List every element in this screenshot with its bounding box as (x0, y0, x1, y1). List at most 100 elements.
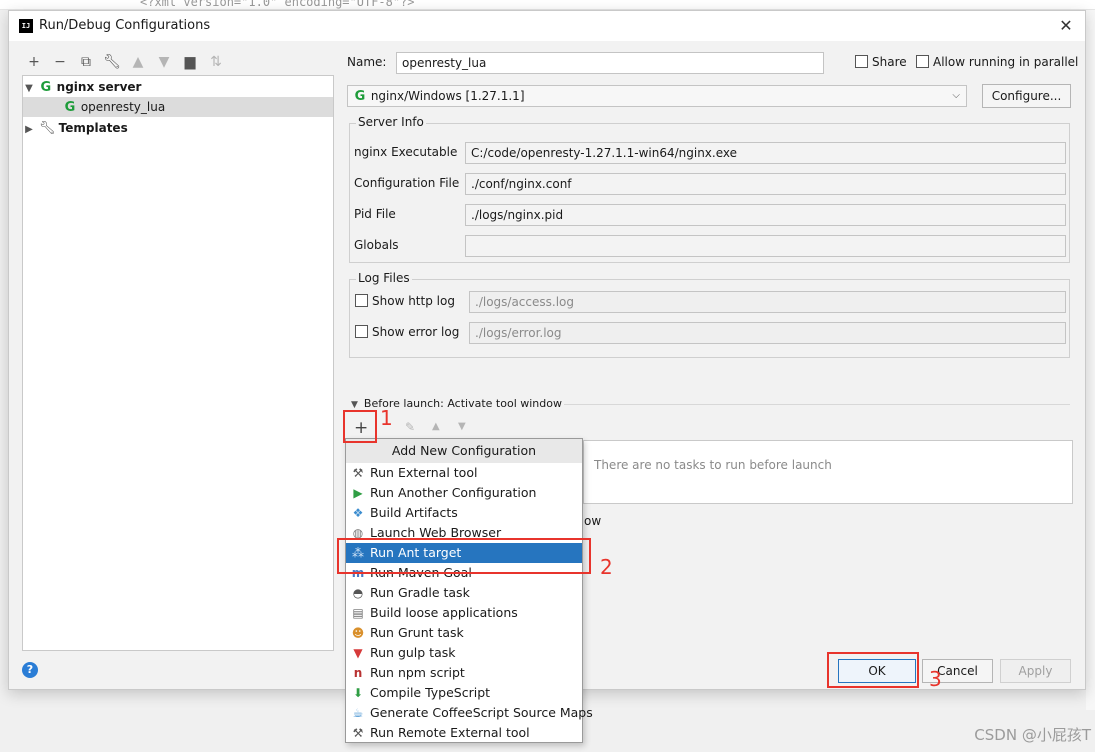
copy-icon[interactable]: ⧉ (75, 51, 97, 73)
menu-item-label: Run gulp task (370, 645, 456, 660)
title-bar: IJ Run/Debug Configurations ✕ (9, 11, 1085, 41)
tree-item-openresty-lua[interactable]: G openresty_lua (23, 97, 333, 117)
activate-window-fragment: ow (584, 514, 602, 528)
popup-header: Add New Configuration (346, 439, 582, 463)
artifacts-icon: ❖ (352, 506, 364, 520)
tree-item-templates[interactable]: ▶ 🔧︎ Templates (23, 118, 333, 138)
menu-item-run-gulp-task[interactable]: ▼ Run gulp task (346, 643, 582, 663)
wrench-icon[interactable]: 🔧︎ (101, 51, 123, 73)
menu-item-label: Build loose applications (370, 605, 518, 620)
background-code-line: <?xml version="1.0" encoding="UTF-8"?> (140, 0, 415, 9)
play-icon: ▶ (353, 486, 363, 500)
menu-item-build-loose-applications[interactable]: ▤ Build loose applications (346, 603, 582, 623)
menu-item-run-another-configuration[interactable]: ▶ Run Another Configuration (346, 483, 582, 503)
menu-item-compile-typescript[interactable]: ⬇ Compile TypeScript (346, 683, 582, 703)
globals-label: Globals (354, 238, 399, 252)
wrench-icon: 🔧︎ (38, 121, 56, 136)
remote-tools-icon: ⚒ (352, 726, 364, 740)
tree-item-label: nginx server (56, 80, 142, 94)
pid-file-label: Pid File (354, 207, 396, 221)
build-icon: ▤ (352, 606, 364, 620)
nginx-icon: G (354, 89, 366, 104)
http-log-field[interactable]: ./logs/access.log (469, 291, 1066, 313)
sort-icon[interactable]: ⇅ (205, 51, 227, 73)
edit-icon[interactable]: ✎ (405, 420, 415, 434)
menu-item-label: Generate CoffeeScript Source Maps (370, 705, 593, 720)
menu-item-generate-coffeescript-source-maps[interactable]: ☕ Generate CoffeeScript Source Maps (346, 703, 593, 723)
menu-item-label: Run External tool (370, 465, 478, 480)
watermark: CSDN @小屁孩T (974, 726, 1091, 744)
share-label: Share (872, 55, 907, 69)
nginx-icon: G (40, 80, 52, 95)
globals-field[interactable] (465, 235, 1066, 257)
menu-item-run-grunt-task[interactable]: ☻ Run Grunt task (346, 623, 582, 643)
executable-label: nginx Executable (354, 145, 458, 159)
show-error-log-checkbox[interactable]: Show error log (355, 325, 459, 339)
checkbox-icon (855, 55, 868, 68)
name-field[interactable]: openresty_lua (396, 52, 824, 74)
separator (564, 404, 1070, 405)
error-log-field[interactable]: ./logs/error.log (469, 322, 1066, 344)
minus-icon[interactable]: − (49, 51, 71, 73)
configuration-tree: ▼ G nginx server G openresty_lua ▶ 🔧︎ Te… (22, 75, 334, 651)
plus-icon[interactable]: + (23, 51, 45, 73)
parallel-label: Allow running in parallel (933, 55, 1079, 69)
tools-icon: ⚒ (352, 466, 364, 480)
before-launch-task-list: There are no tasks to run before launch (583, 440, 1073, 504)
menu-item-run-remote-external-tool[interactable]: ⚒ Run Remote External tool (346, 723, 582, 743)
parallel-checkbox[interactable]: Allow running in parallel (916, 55, 1078, 69)
show-http-log-checkbox[interactable]: Show http log (355, 294, 455, 308)
menu-item-label: Build Artifacts (370, 505, 458, 520)
name-label: Name: (347, 55, 387, 69)
nginx-select[interactable]: G nginx/Windows [1.27.1.1] ⌵ (347, 85, 967, 107)
annotation-number: 2 (600, 555, 613, 579)
intellij-logo-icon: IJ (19, 19, 33, 33)
typescript-icon: ⬇ (352, 686, 364, 700)
arrow-up-icon[interactable]: ▲ (127, 51, 149, 73)
share-checkbox[interactable]: Share (855, 55, 907, 69)
background-editor: <?xml version="1.0" encoding="UTF-8"?> (0, 0, 1095, 10)
menu-item-label: Run Another Configuration (370, 485, 537, 500)
show-error-log-label: Show error log (372, 325, 460, 339)
dialog-title: Run/Debug Configurations (39, 18, 211, 33)
apply-button[interactable]: Apply (1000, 659, 1071, 683)
menu-item-build-artifacts[interactable]: ❖ Build Artifacts (346, 503, 582, 523)
server-info-title: Server Info (356, 115, 426, 129)
arrow-down-icon[interactable]: ▼ (153, 51, 175, 73)
tree-item-label: openresty_lua (80, 100, 166, 114)
background-gutter (1086, 10, 1095, 710)
help-icon[interactable]: ? (22, 662, 38, 678)
tree-item-nginx-server[interactable]: ▼ G nginx server (23, 77, 333, 97)
before-launch-label: Before launch: Activate tool window (363, 397, 562, 410)
add-new-configuration-popup: Add New Configuration ⚒ Run External tool… (345, 438, 593, 743)
coffeescript-icon: ☕ (352, 706, 364, 720)
tree-item-label: Templates (58, 121, 128, 135)
menu-item-run-npm-script[interactable]: n Run npm script (346, 663, 582, 683)
annotation-box-ok (827, 652, 919, 688)
menu-item-run-external-tool[interactable]: ⚒ Run External tool (346, 463, 582, 483)
executable-field[interactable]: C:/code/openresty-1.27.1.1-win64/nginx.e… (465, 142, 1066, 164)
menu-item-label: Compile TypeScript (370, 685, 491, 700)
folder-icon[interactable]: ▆ (179, 51, 201, 73)
annotation-number: 3 (929, 667, 942, 691)
chevron-down-icon[interactable]: ▼ (23, 79, 35, 99)
menu-item-label: Run Remote External tool (370, 725, 530, 740)
configure-button[interactable]: Configure... (982, 84, 1071, 108)
npm-icon: n (353, 666, 363, 680)
nginx-icon: G (64, 100, 76, 115)
close-icon[interactable]: ✕ (1055, 15, 1077, 37)
arrow-up-icon[interactable]: ▲ (432, 421, 440, 432)
chevron-down-icon: ▼ (351, 400, 358, 410)
grunt-icon: ☻ (351, 626, 365, 640)
menu-item-run-gradle-task[interactable]: ◓ Run Gradle task (346, 583, 582, 603)
pid-file-field[interactable]: ./logs/nginx.pid (465, 204, 1066, 226)
config-file-field[interactable]: ./conf/nginx.conf (465, 173, 1066, 195)
annotation-number: 1 (380, 406, 393, 430)
menu-item-label: Run Gradle task (370, 585, 470, 600)
arrow-down-icon[interactable]: ▼ (458, 421, 466, 432)
gulp-icon: ▼ (353, 646, 363, 660)
no-tasks-text: There are no tasks to run before launch (594, 458, 832, 472)
gradle-icon: ◓ (352, 586, 364, 600)
show-http-log-label: Show http log (372, 294, 455, 308)
chevron-right-icon[interactable]: ▶ (23, 120, 35, 140)
